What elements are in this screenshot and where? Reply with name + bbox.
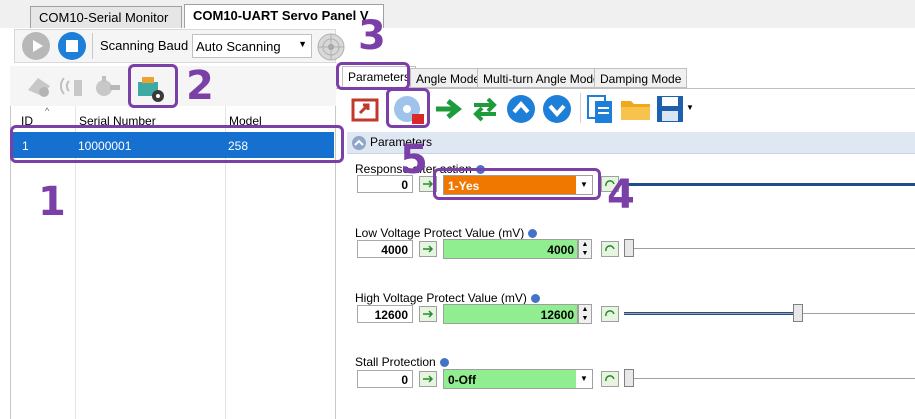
info-icon bbox=[530, 294, 540, 304]
low-voltage-input[interactable]: 4000 bbox=[443, 239, 578, 259]
annotation-4: 4 bbox=[607, 172, 635, 218]
refresh-icon bbox=[605, 310, 615, 317]
toolbar-separator bbox=[92, 33, 93, 59]
low-voltage-slider[interactable] bbox=[624, 248, 915, 249]
annotation-2: 2 bbox=[186, 63, 214, 109]
stall-slider[interactable] bbox=[624, 378, 915, 379]
refresh-icon bbox=[605, 375, 615, 382]
play-icon bbox=[33, 40, 43, 52]
low-voltage-label: Low Voltage Protect Value (mV) bbox=[355, 226, 538, 240]
arrow-right-icon[interactable] bbox=[434, 96, 466, 125]
stop-icon bbox=[66, 40, 78, 52]
copy-document-icon[interactable] bbox=[585, 94, 615, 127]
apply-arrow-button[interactable] bbox=[419, 371, 437, 387]
tab-serial-monitor[interactable]: COM10-Serial Monitor bbox=[30, 6, 182, 28]
chevron-down-icon[interactable]: ▼ bbox=[686, 103, 694, 112]
apply-arrow-button[interactable] bbox=[419, 241, 437, 257]
baud-value: Auto Scanning bbox=[196, 39, 281, 54]
open-folder-icon[interactable] bbox=[620, 96, 652, 125]
high-voltage-value-box: 12600 bbox=[357, 305, 413, 323]
info-icon bbox=[439, 358, 449, 368]
tab-damping-mode[interactable]: Damping Mode bbox=[594, 68, 688, 88]
servo-disabled-icon[interactable] bbox=[24, 72, 54, 103]
collapse-icon[interactable] bbox=[352, 136, 366, 150]
slider-thumb[interactable] bbox=[792, 304, 803, 322]
play-button[interactable] bbox=[22, 32, 50, 60]
high-voltage-label: High Voltage Protect Value (mV) bbox=[355, 291, 540, 305]
write-button[interactable] bbox=[601, 371, 619, 387]
annotation-5: 5 bbox=[400, 137, 428, 183]
annotation-3: 3 bbox=[358, 13, 386, 59]
response-slider[interactable] bbox=[624, 183, 915, 186]
radar-scan-icon[interactable] bbox=[316, 32, 346, 65]
high-voltage-spinner[interactable]: ▲ ▼ bbox=[578, 304, 592, 324]
export-icon[interactable] bbox=[350, 95, 380, 126]
save-floppy-icon[interactable] bbox=[655, 94, 685, 127]
slider-thumb[interactable] bbox=[624, 239, 634, 257]
tab-servo-panel[interactable]: COM10-UART Servo Panel V bbox=[184, 4, 384, 28]
stall-label: Stall Protection bbox=[355, 355, 449, 369]
highlight-servo-config bbox=[128, 64, 178, 108]
tab-label: COM10-UART Servo Panel V bbox=[193, 8, 369, 23]
arrow-right-icon bbox=[423, 375, 434, 383]
high-voltage-input[interactable]: 12600 bbox=[443, 304, 578, 324]
low-voltage-label-text: Low Voltage Protect Value (mV) bbox=[355, 226, 525, 240]
wireless-scan-icon[interactable] bbox=[58, 72, 88, 103]
arrow-right-icon bbox=[423, 310, 434, 318]
stall-select[interactable]: 0-Off ▼ bbox=[443, 369, 593, 389]
annotation-1: 1 bbox=[38, 179, 66, 225]
high-voltage-slider[interactable] bbox=[624, 313, 915, 314]
write-button[interactable] bbox=[601, 241, 619, 257]
high-voltage-label-text: High Voltage Protect Value (mV) bbox=[355, 291, 527, 305]
chevron-down-icon: ▼ bbox=[298, 39, 307, 49]
tab-angle-mode[interactable]: Angle Mode bbox=[410, 68, 487, 88]
move-up-icon[interactable] bbox=[506, 94, 536, 127]
motor-icon[interactable] bbox=[92, 72, 122, 103]
slider-thumb[interactable] bbox=[624, 369, 634, 387]
tab-multi-turn-angle-mode[interactable]: Multi-turn Angle Mode bbox=[477, 68, 606, 88]
info-icon bbox=[528, 229, 538, 239]
toolbar-separator bbox=[580, 93, 581, 123]
baud-select[interactable]: Auto Scanning ▼ bbox=[192, 34, 312, 58]
scanning-baud-label: Scanning Baud bbox=[100, 38, 189, 53]
arrow-right-icon bbox=[423, 245, 434, 253]
highlight-device-row bbox=[10, 125, 344, 163]
refresh-icon bbox=[605, 245, 615, 252]
highlight-parameters-tab bbox=[336, 62, 410, 90]
tab-label: COM10-Serial Monitor bbox=[39, 10, 169, 25]
apply-arrow-button[interactable] bbox=[419, 306, 437, 322]
parameters-section-header[interactable] bbox=[347, 132, 915, 154]
low-voltage-value-box: 4000 bbox=[357, 240, 413, 258]
stall-selected: 0-Off bbox=[448, 373, 476, 387]
stop-button[interactable] bbox=[58, 32, 86, 60]
sync-icon[interactable] bbox=[470, 96, 500, 125]
stall-label-text: Stall Protection bbox=[355, 355, 436, 369]
sort-up-icon: ^ bbox=[45, 106, 50, 116]
write-button[interactable] bbox=[601, 306, 619, 322]
stall-value-box: 0 bbox=[357, 370, 413, 388]
chevron-down-icon: ▼ bbox=[576, 370, 592, 388]
highlight-response-select bbox=[433, 168, 601, 200]
highlight-save-to-disk bbox=[386, 88, 430, 128]
move-down-icon[interactable] bbox=[542, 94, 572, 127]
low-voltage-spinner[interactable]: ▲ ▼ bbox=[578, 239, 592, 259]
